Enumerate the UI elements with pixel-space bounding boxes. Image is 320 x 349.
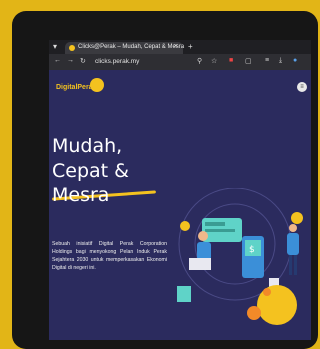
favicon-icon [69, 45, 75, 51]
headline-line-1: Mudah, [52, 135, 123, 157]
address-bar[interactable]: clicks.perak.my [95, 58, 139, 65]
headline-line-2: Cepat & [52, 160, 129, 182]
svg-text:$: $ [249, 245, 255, 255]
headline-line-3: Mesra [52, 184, 110, 206]
tab-search-icon[interactable]: ≡ [265, 57, 269, 64]
hero-description: Sebuah inisiatif Digital Perak Corporati… [52, 241, 167, 271]
bookmark-star-icon[interactable]: ☆ [211, 57, 217, 65]
extension-icon[interactable]: ■ [229, 57, 233, 64]
new-tab-button[interactable]: + [188, 42, 193, 51]
tablet-screen: ▾ Clicks@Perak – Mudah, Cepat & Mesra × … [49, 40, 311, 340]
logo-circle-icon [90, 78, 104, 92]
tab-list-icon[interactable]: ▾ [53, 42, 57, 51]
decor-orange-dot [247, 306, 261, 320]
hamburger-menu-icon[interactable]: ≡ [297, 82, 307, 92]
download-icon[interactable]: ⤓ [279, 57, 282, 65]
close-tab-icon[interactable]: × [174, 43, 178, 50]
decor-orange-dot-small [263, 288, 271, 296]
reload-icon[interactable]: ↻ [80, 57, 86, 65]
browser-tab[interactable]: Clicks@Perak – Mudah, Cepat & Mesra × [65, 42, 185, 54]
tab-title: Clicks@Perak – Mudah, Cepat & Mesra [78, 44, 185, 50]
tablet-frame: ▾ Clicks@Perak – Mudah, Cepat & Mesra × … [12, 11, 318, 349]
web-page: DigitalPerak ≡ Mudah, Cepat & Mesra Sebu… [49, 70, 311, 340]
forward-icon[interactable]: → [67, 57, 74, 64]
back-icon[interactable]: ← [54, 57, 61, 64]
extensions-puzzle-icon[interactable]: ▢ [245, 57, 252, 65]
profile-avatar-icon[interactable]: ● [293, 57, 297, 64]
browser-tab-bar: ▾ Clicks@Perak – Mudah, Cepat & Mesra × … [49, 40, 311, 54]
zoom-icon[interactable]: ⚲ [197, 57, 202, 65]
browser-toolbar: ← → ↻ clicks.perak.my ⚲ ☆ ■ ▢ ≡ ⤓ ● [49, 54, 311, 70]
